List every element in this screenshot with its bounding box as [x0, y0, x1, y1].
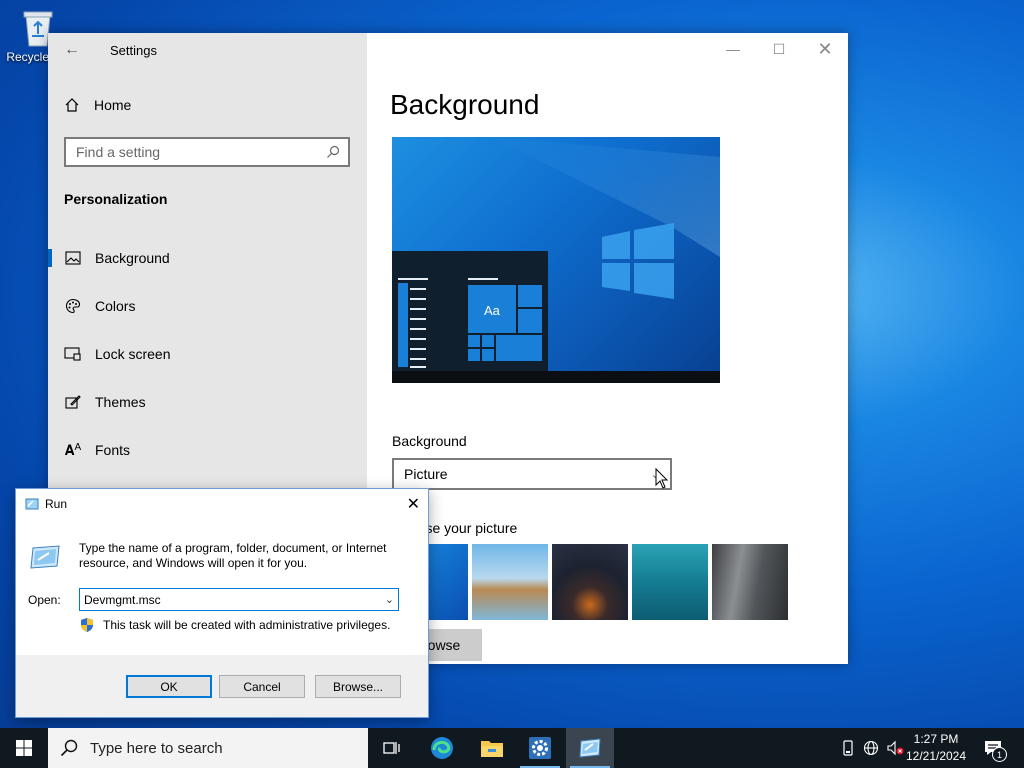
find-setting-input[interactable] — [76, 144, 326, 160]
sidebar-item-label: Fonts — [95, 442, 131, 458]
preview-tile-text: Aa — [484, 303, 500, 318]
sidebar-item-label: Themes — [95, 394, 146, 410]
folder-icon — [481, 741, 503, 757]
browse-button[interactable]: Browse... — [315, 675, 401, 698]
run-app-icon — [579, 738, 601, 758]
cancel-button[interactable]: Cancel — [219, 675, 305, 698]
taskbar-settings-button[interactable] — [516, 728, 564, 768]
taskbar-clock[interactable]: 1:27 PM 12/21/2024 — [902, 731, 970, 765]
sidebar-item-label: Colors — [95, 298, 136, 314]
background-type-label: Background — [392, 433, 467, 449]
section-title: Personalization — [64, 191, 168, 207]
run-description: Type the name of a program, folder, docu… — [79, 541, 387, 570]
run-dialog-title: Run — [45, 497, 68, 511]
picture-thumbnails — [392, 544, 788, 620]
sidebar-item-lock-screen[interactable]: Lock screen — [48, 334, 367, 374]
ok-button[interactable]: OK — [126, 675, 212, 698]
uac-shield-icon — [81, 618, 93, 632]
chevron-down-icon[interactable]: ⌄ — [385, 593, 394, 606]
admin-privileges-note: This task will be created with administr… — [79, 617, 390, 633]
tray-device-icon[interactable] — [838, 728, 858, 768]
taskbar-search-box[interactable] — [48, 728, 368, 768]
start-button[interactable] — [0, 728, 48, 768]
open-command-input[interactable] — [84, 592, 385, 607]
notification-count-badge: 1 — [992, 747, 1007, 762]
maximize-button[interactable]: ☐ — [756, 33, 802, 65]
windows-logo-icon — [16, 740, 32, 756]
taskbar-search-input[interactable] — [90, 739, 368, 757]
settings-gear-icon — [529, 737, 551, 759]
picture-icon — [63, 251, 83, 265]
notification-center-button[interactable]: 1 — [976, 728, 1010, 768]
open-label: Open: — [28, 593, 61, 607]
sidebar-item-label: Lock screen — [95, 346, 171, 362]
close-button[interactable]: ✕ — [802, 33, 848, 65]
clock-time: 1:27 PM — [913, 732, 959, 746]
mouse-cursor-icon — [655, 468, 669, 489]
settings-window-title: Settings — [110, 43, 157, 58]
sidebar-item-background[interactable]: Background — [48, 238, 367, 278]
admin-note-text: This task will be created with administr… — [103, 618, 391, 632]
themes-icon — [63, 394, 83, 410]
usb-device-icon — [843, 740, 853, 756]
task-view-button[interactable] — [368, 728, 416, 768]
picture-thumbnail[interactable] — [712, 544, 788, 620]
taskbar-edge-button[interactable] — [418, 728, 466, 768]
network-globe-icon — [863, 740, 879, 756]
sidebar-item-fonts[interactable]: 𝐀A Fonts — [48, 430, 367, 470]
sidebar-item-colors[interactable]: Colors — [48, 286, 367, 326]
back-arrow-icon[interactable]: ← — [64, 41, 80, 59]
home-link[interactable]: Home — [64, 97, 131, 113]
home-label: Home — [94, 97, 132, 113]
run-dialog: Run ✕ Type the name of a program, folder… — [15, 488, 429, 718]
page-title: Background — [390, 89, 540, 120]
close-icon[interactable]: ✕ — [407, 494, 420, 514]
open-combobox[interactable]: ⌄ — [79, 588, 399, 611]
background-type-value: Picture — [404, 466, 448, 482]
search-icon[interactable] — [326, 145, 340, 159]
tray-network-button[interactable] — [860, 728, 882, 768]
sidebar-item-label: Background — [95, 250, 170, 266]
clock-date: 12/21/2024 — [905, 749, 967, 763]
run-app-icon — [25, 498, 39, 510]
windows-logo-light — [602, 223, 674, 299]
background-preview: Aa — [392, 137, 720, 383]
palette-icon — [63, 298, 83, 314]
fonts-icon: 𝐀A — [64, 441, 82, 458]
run-program-icon — [30, 545, 60, 569]
sidebar-item-themes[interactable]: Themes — [48, 382, 367, 422]
taskbar-file-explorer-button[interactable] — [468, 728, 516, 768]
run-titlebar: Run — [16, 489, 428, 519]
task-view-icon — [383, 742, 400, 754]
find-setting-search-box[interactable] — [64, 137, 350, 167]
lock-screen-icon — [63, 347, 83, 361]
picture-thumbnail[interactable] — [632, 544, 708, 620]
picture-thumbnail[interactable] — [552, 544, 628, 620]
edge-browser-icon — [431, 737, 453, 759]
background-type-dropdown[interactable]: Picture ⌄ — [392, 458, 672, 490]
home-icon — [65, 98, 79, 112]
search-icon — [60, 739, 78, 757]
picture-thumbnail[interactable] — [472, 544, 548, 620]
taskbar: 1:27 PM 12/21/2024 1 — [0, 728, 1024, 768]
taskbar-run-button[interactable] — [566, 728, 614, 768]
minimize-button[interactable]: — — [710, 33, 756, 65]
